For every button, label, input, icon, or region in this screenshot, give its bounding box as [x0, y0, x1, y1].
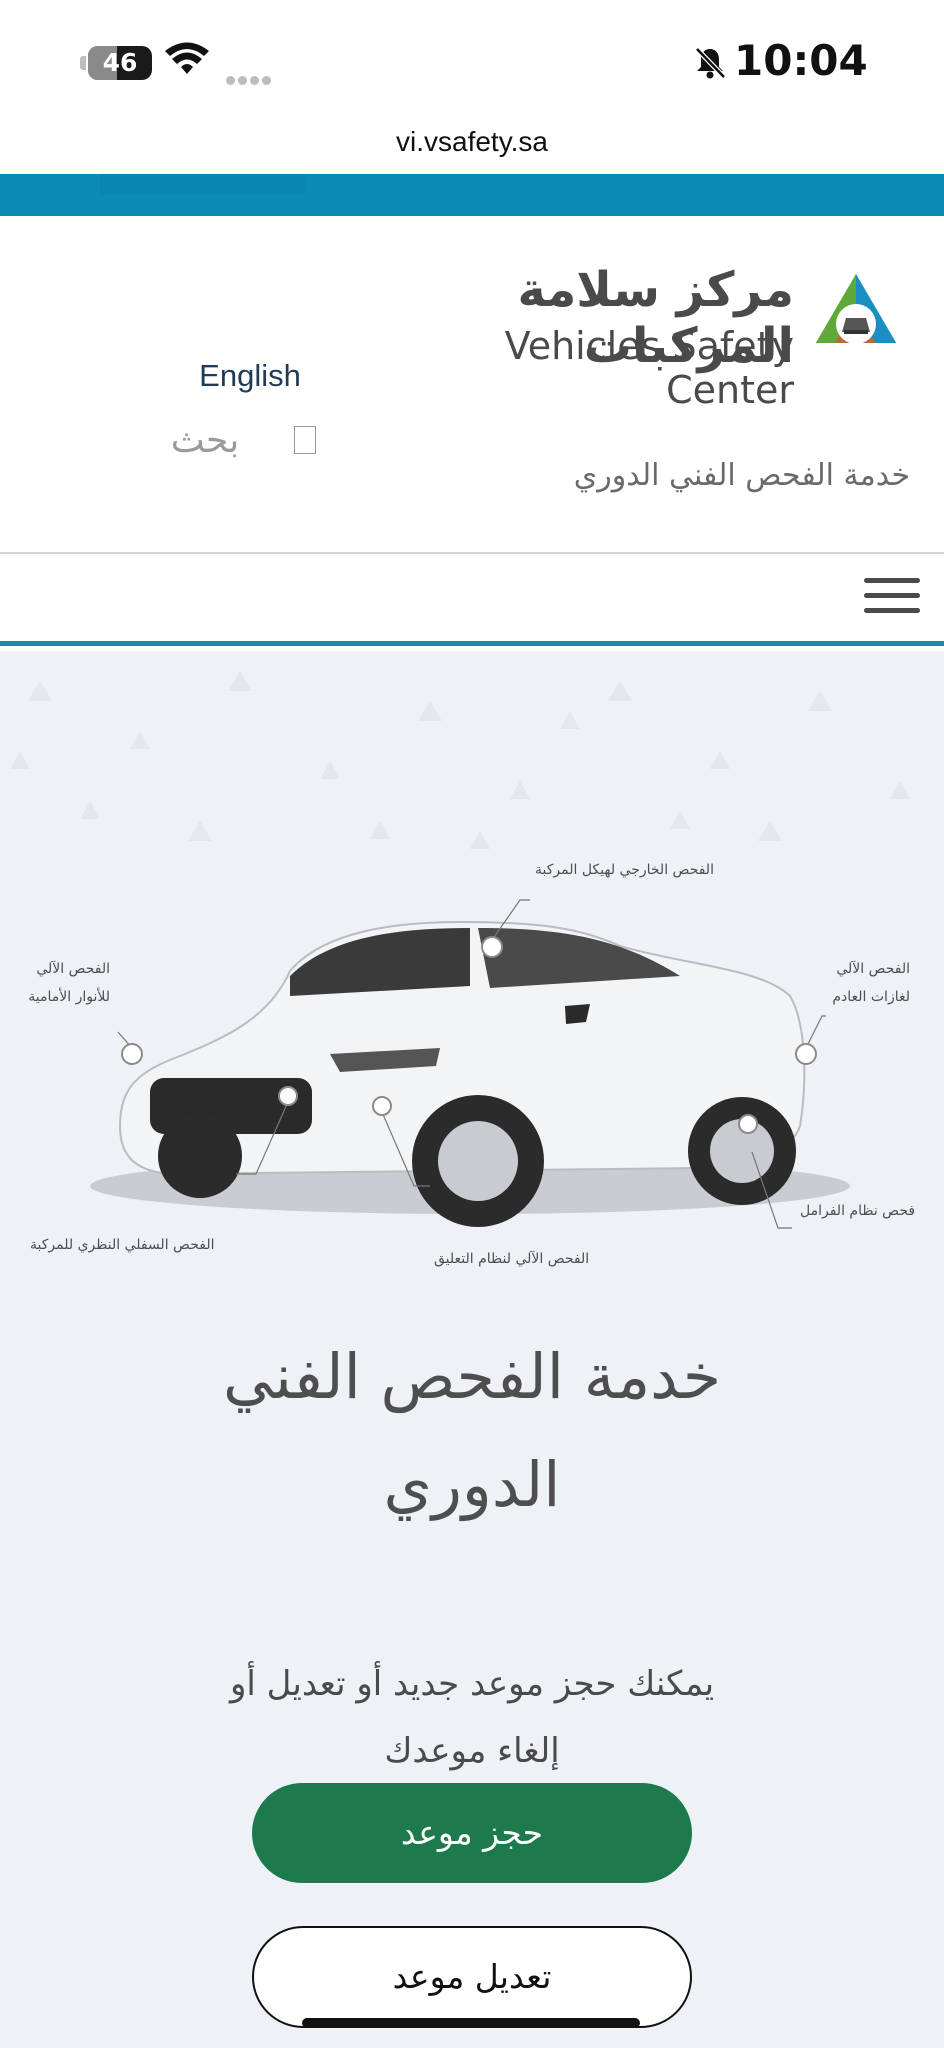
battery-icon: 46: [88, 46, 152, 80]
service-title: خدمة الفحص الفني الدوري: [573, 458, 910, 493]
address-bar-url[interactable]: vi.vsafety.sa: [0, 126, 944, 158]
edit-appointment-button[interactable]: تعديل موعد: [252, 1926, 692, 2028]
navigation-bar: [0, 552, 944, 646]
home-indicator[interactable]: [302, 2018, 640, 2028]
callout-exhaust-line1: الفحص الآلي: [836, 961, 910, 977]
background-pattern: [10, 671, 910, 849]
callout-lights-line2: للأنوار الأمامية: [28, 989, 110, 1005]
callout-suspension: الفحص الآلي لنظام التعليق: [434, 1251, 590, 1267]
callout-brakes: فحص نظام الفرامل: [800, 1203, 916, 1219]
site-header: مركز سلامة المركبات Vehicles Safety Cent…: [0, 216, 944, 552]
book-appointment-button[interactable]: حجز موعد: [252, 1783, 692, 1883]
hero-subtitle: يمكنك حجز موعد جديد أو تعديل أو إلغاء مو…: [229, 1664, 715, 1771]
callout-exhaust-line2: لغازات العادم: [832, 989, 910, 1005]
clock: 10:04: [734, 36, 868, 85]
top-bar-tab: [100, 174, 306, 194]
callout-lights: الفحص الآلي للأنوار الأمامية: [10, 955, 110, 1011]
callout-lights-line1: الفحص الآلي: [36, 961, 110, 977]
battery-percentage: 46: [102, 48, 138, 77]
logo-english-text: Vehicles Safety Center: [504, 324, 794, 412]
silent-bell-icon: [695, 47, 726, 79]
callout-exhaust: الفحص الآلي لغازات العادم: [810, 955, 910, 1011]
search-checkbox[interactable]: [294, 426, 316, 454]
callout-body: الفحص الخارجي لهيكل المركبة: [535, 862, 714, 878]
callout-underbody: الفحص السفلي النظري للمركبة: [30, 1237, 215, 1253]
battery-nub: [80, 56, 86, 70]
vsc-logo-icon[interactable]: [808, 266, 904, 362]
hero-section: الفحص الخارجي لهيكل المركبة الفحص الآلي …: [0, 651, 944, 2048]
car-illustration: [90, 899, 850, 1229]
search-label[interactable]: بحث: [150, 420, 260, 461]
cellular-signal-icon: [226, 70, 274, 89]
status-bar: 46 10:04 vi.vsafety.sa: [0, 0, 944, 157]
wifi-icon: [165, 42, 209, 74]
menu-icon[interactable]: [864, 576, 920, 616]
hero-title: خدمة الفحص الفني الدوري: [222, 1340, 722, 1521]
top-accent-bar: [0, 174, 944, 216]
language-switch-link[interactable]: English: [150, 358, 350, 394]
